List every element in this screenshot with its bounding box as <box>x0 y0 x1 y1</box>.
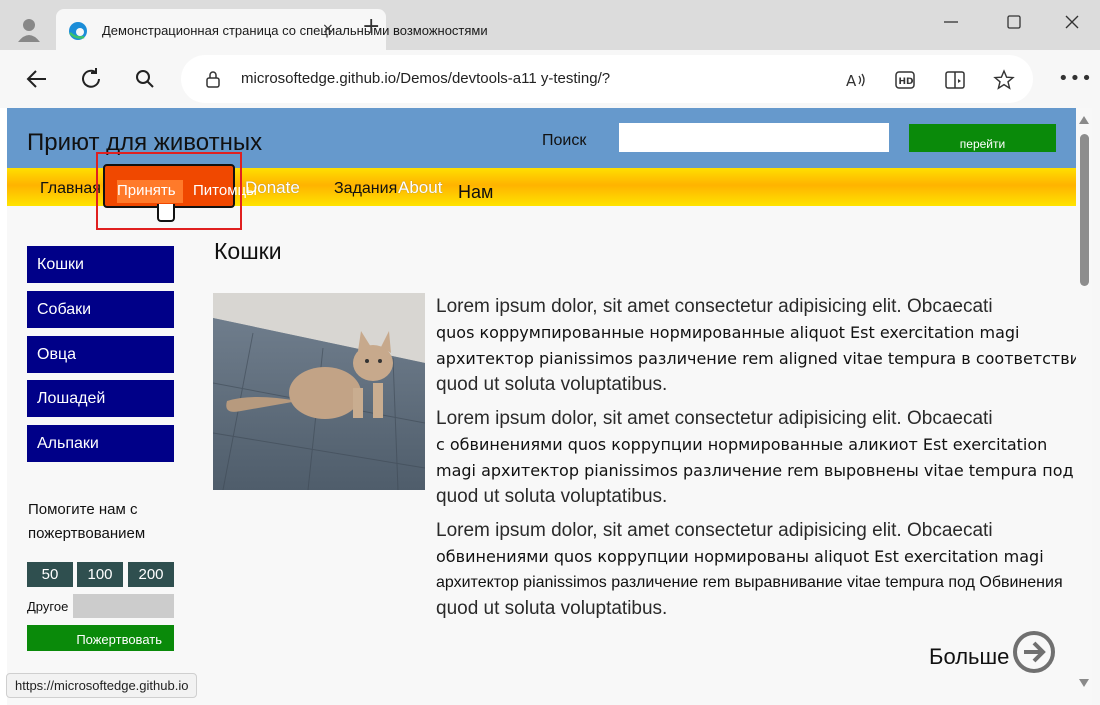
paragraph-line: Lorem ipsum dolor, sit amet consectetur … <box>436 408 993 429</box>
paragraph-line: архитектор pianissimos различение rem al… <box>436 349 1076 368</box>
paragraph-line: Lorem ipsum dolor, sit amet consectetur … <box>436 296 993 317</box>
profile-icon[interactable] <box>14 14 44 44</box>
paragraph-line: с обвинениями quos коррупции нормированн… <box>436 435 1048 454</box>
focus-highlight-rect <box>96 152 242 230</box>
paragraph-line: Lorem ipsum dolor, sit amet consectetur … <box>436 520 993 541</box>
nav-us-link[interactable]: Нам <box>458 182 493 203</box>
paragraph-line: quos коррумпированные нормированные aliq… <box>436 323 1020 342</box>
favorite-icon[interactable] <box>992 68 1016 92</box>
sidebar-item-horses[interactable]: Лошадей <box>27 380 174 417</box>
url-text[interactable]: microsoftedge.github.io/Demos/devtools-a… <box>241 70 610 87</box>
search-input[interactable] <box>619 123 889 152</box>
content-paragraph-2: Lorem ipsum dolor, sit amet consectetur … <box>436 406 1076 510</box>
close-icon[interactable] <box>1060 10 1084 34</box>
read-aloud-icon[interactable]: A <box>843 68 867 92</box>
maximize-icon[interactable] <box>1002 10 1026 34</box>
paragraph-line: magi архитектор pianissimos различение r… <box>436 461 1074 480</box>
tab-title: Демонстрационная страница со специальным… <box>102 23 488 38</box>
scroll-thumb[interactable] <box>1080 134 1089 286</box>
svg-text:A: A <box>846 72 857 90</box>
back-icon[interactable] <box>24 66 50 92</box>
sidebar-item-cats[interactable]: Кошки <box>27 246 174 283</box>
close-tab-icon[interactable]: × <box>322 21 334 37</box>
svg-text:HD: HD <box>899 77 914 87</box>
donate-button[interactable]: Пожертвовать <box>27 625 174 651</box>
paragraph-line: quod ut soluta voluptatibus. <box>436 374 668 395</box>
other-amount-input[interactable] <box>73 594 174 618</box>
sidebar-item-dogs[interactable]: Собаки <box>27 291 174 328</box>
hd-icon[interactable]: HD <box>893 68 917 92</box>
search-icon[interactable] <box>132 66 158 92</box>
vertical-scrollbar[interactable] <box>1076 108 1092 705</box>
refresh-icon[interactable] <box>78 66 104 92</box>
search-button[interactable]: перейти <box>909 124 1056 152</box>
more-link[interactable]: Больше <box>929 644 1009 670</box>
cat-photo <box>213 293 425 490</box>
paragraph-line: архитектор pianissimos различение rem вы… <box>436 574 1063 591</box>
search-label: Поиск <box>542 132 587 149</box>
window-edge <box>1092 108 1100 705</box>
paragraph-line: quod ut soluta voluptatibus. <box>436 486 668 507</box>
minimize-icon[interactable] <box>939 10 963 34</box>
lock-icon[interactable] <box>203 69 223 89</box>
content-heading: Кошки <box>214 238 282 264</box>
amount-200-button[interactable]: 200 <box>128 562 174 587</box>
edge-icon <box>69 22 87 40</box>
content-paragraph-1: Lorem ipsum dolor, sit amet consectetur … <box>436 294 1076 398</box>
paragraph-line: обвинениями quos коррупции нормированы a… <box>436 547 1044 566</box>
amount-50-button[interactable]: 50 <box>27 562 73 587</box>
nav-about-link[interactable]: About <box>398 178 442 198</box>
status-bar-url: https://microsoftedge.github.io <box>6 673 198 698</box>
new-tab-icon[interactable]: + <box>362 15 380 39</box>
more-icon[interactable]: ••• <box>1058 68 1093 89</box>
immersive-reader-icon[interactable] <box>943 68 967 92</box>
page-viewport: Приют для животных Поиск перейти Главная… <box>7 108 1076 705</box>
nav-tasks-link[interactable]: Задания <box>334 180 397 198</box>
sidebar-item-sheep[interactable]: Овца <box>27 336 174 373</box>
paragraph-line: quod ut soluta voluptatibus. <box>436 598 668 619</box>
content-paragraph-3: Lorem ipsum dolor, sit amet consectetur … <box>436 518 1076 622</box>
sidebar-item-alpacas[interactable]: Альпаки <box>27 425 174 462</box>
scroll-down-icon[interactable] <box>1079 679 1089 687</box>
other-amount-label: Другое <box>27 599 69 614</box>
browser-toolbar: microsoftedge.github.io/Demos/devtools-a… <box>0 50 1100 108</box>
amount-100-button[interactable]: 100 <box>77 562 123 587</box>
donation-text: Помогите нам с пожертвованием <box>28 501 146 542</box>
arrow-right-circle-icon[interactable] <box>1012 630 1056 674</box>
address-bar[interactable]: microsoftedge.github.io/Demos/devtools-a… <box>181 55 1033 103</box>
nav-home-link[interactable]: Главная <box>40 180 101 198</box>
scroll-up-icon[interactable] <box>1079 116 1089 124</box>
